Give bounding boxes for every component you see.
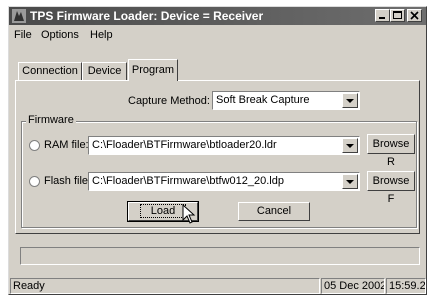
ram-file-value: C:\Floader\BTFirmware\btloader20.ldr xyxy=(92,139,277,151)
flash-file-select[interactable]: C:\Floader\BTFirmware\btfw012_20.ldp xyxy=(88,172,360,191)
flash-file-radio[interactable] xyxy=(29,176,40,187)
close-icon xyxy=(410,11,419,20)
maximize-button[interactable] xyxy=(390,9,405,22)
close-button[interactable] xyxy=(407,9,422,22)
menu-file[interactable]: File xyxy=(14,29,32,41)
menu-options[interactable]: Options xyxy=(41,29,79,41)
tab-program[interactable]: Program xyxy=(128,59,178,81)
status-text: Ready xyxy=(10,278,320,294)
app-icon xyxy=(12,9,26,23)
ram-file-select[interactable]: C:\Floader\BTFirmware\btloader20.ldr xyxy=(88,136,360,155)
mouse-cursor-icon xyxy=(182,204,196,224)
status-date: 05 Dec 2002 xyxy=(321,278,385,294)
menu-bar: File Options Help xyxy=(9,26,426,44)
capture-method-value: Soft Break Capture xyxy=(216,94,310,106)
capture-method-label: Capture Method: xyxy=(128,95,210,107)
progress-bar xyxy=(20,247,420,265)
cancel-button[interactable]: Cancel xyxy=(238,202,310,221)
program-panel: Capture Method: Soft Break Capture Firmw… xyxy=(15,80,420,234)
maximize-icon xyxy=(393,11,402,19)
chevron-down-icon[interactable] xyxy=(342,138,358,153)
tab-device[interactable]: Device xyxy=(82,62,127,80)
ram-file-label: RAM file: xyxy=(44,139,89,151)
tab-connection[interactable]: Connection xyxy=(18,62,82,80)
status-bar: Ready 05 Dec 2002 15:59.20 xyxy=(9,276,426,295)
flash-file-value: C:\Floader\BTFirmware\btfw012_20.ldp xyxy=(92,175,284,187)
title-bar[interactable]: TPS Firmware Loader: Device = Receiver xyxy=(9,7,426,25)
chevron-down-icon[interactable] xyxy=(342,93,358,108)
browse-ram-button[interactable]: Browse R xyxy=(367,134,415,168)
capture-method-select[interactable]: Soft Break Capture xyxy=(212,91,360,110)
status-time: 15:59.20 xyxy=(386,278,426,294)
minimize-button[interactable] xyxy=(375,9,390,22)
browse-flash-button[interactable]: Browse F xyxy=(367,171,415,205)
ram-file-radio[interactable] xyxy=(29,140,40,151)
window-title: TPS Firmware Loader: Device = Receiver xyxy=(30,9,264,23)
chevron-down-icon[interactable] xyxy=(342,174,358,189)
minimize-icon xyxy=(379,17,385,19)
flash-file-label: Flash file: xyxy=(44,175,92,187)
firmware-group-label: Firmware xyxy=(26,114,76,126)
menu-help[interactable]: Help xyxy=(90,29,113,41)
